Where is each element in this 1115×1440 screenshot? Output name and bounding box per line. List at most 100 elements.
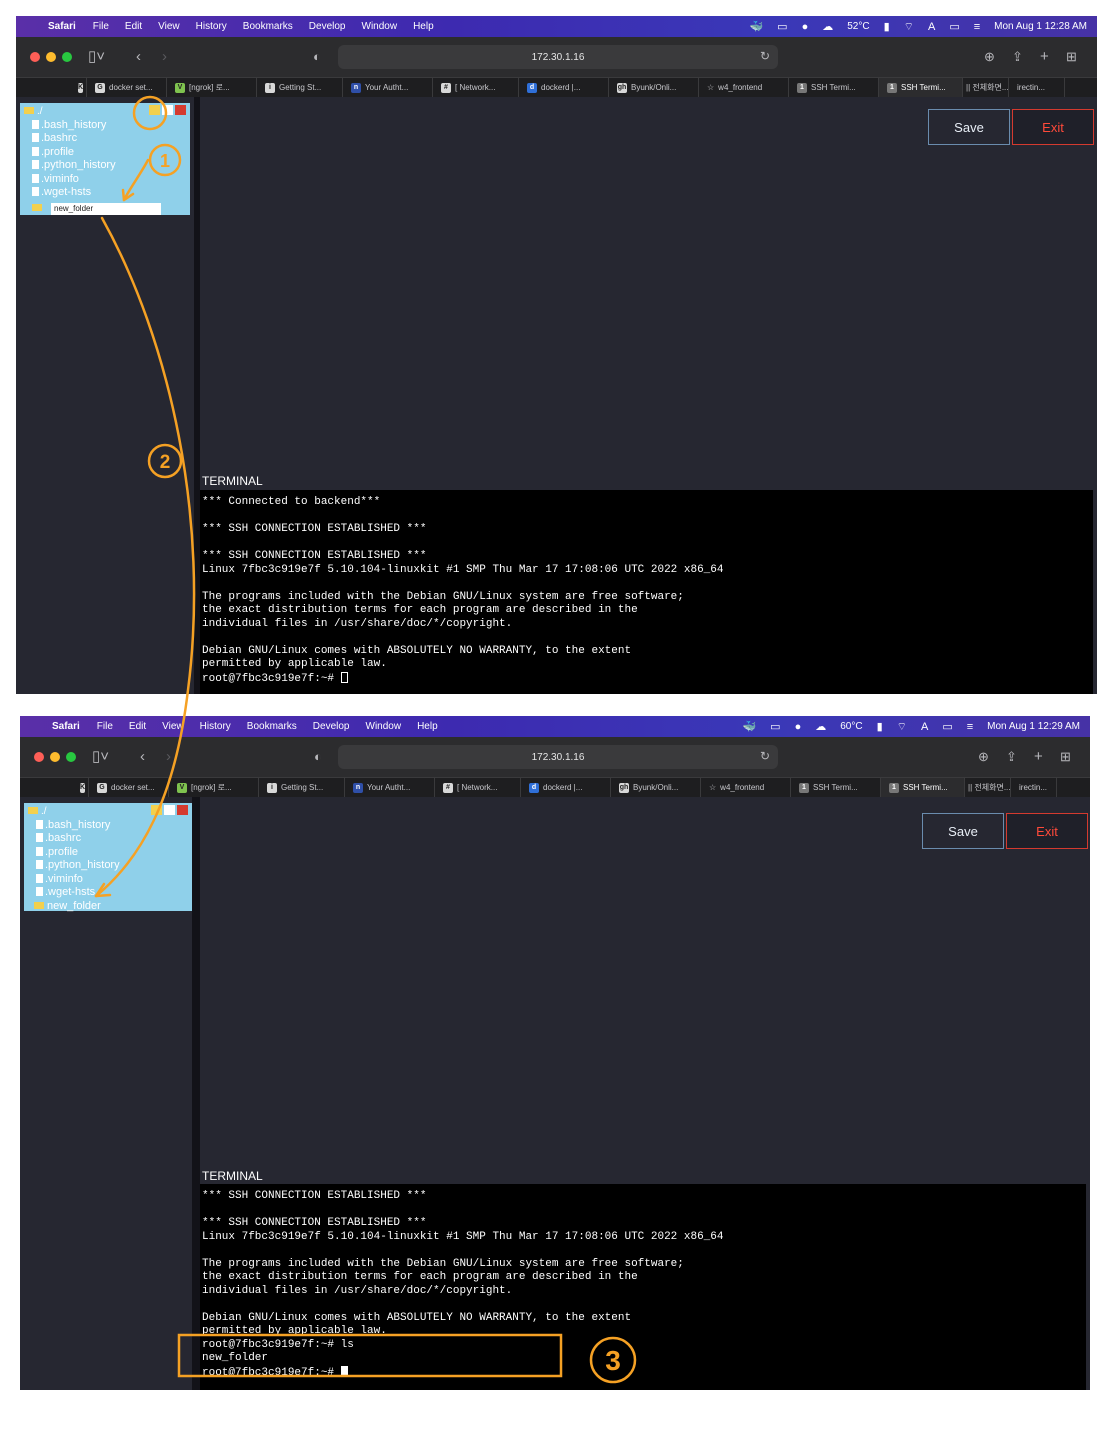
exit-button[interactable]: Exit	[1006, 813, 1088, 849]
menu-bookmarks[interactable]: Bookmarks	[247, 721, 297, 732]
trash-icon[interactable]	[175, 105, 186, 115]
new-tab-icon[interactable]: +	[1034, 747, 1043, 767]
tab[interactable]: i Getting St...	[259, 777, 345, 798]
menu-history[interactable]: History	[200, 721, 231, 732]
save-button[interactable]: Save	[922, 813, 1004, 849]
tree-file[interactable]: .bashrc	[24, 132, 190, 146]
input-source-icon[interactable]: A	[921, 721, 928, 733]
docker-icon[interactable]: 🐳	[742, 720, 756, 733]
share-icon[interactable]: ⇪	[1006, 747, 1017, 767]
address-bar[interactable]: 172.30.1.16 ↻	[338, 745, 778, 769]
tab[interactable]: Gdocker set...	[89, 777, 169, 798]
control-center-icon[interactable]: ≡	[967, 721, 973, 733]
menu-develop[interactable]: Develop	[313, 721, 350, 732]
tab[interactable]: || 전체화면...	[963, 77, 1009, 98]
tab[interactable]: gh Byunk/Onli...	[609, 77, 699, 98]
cast-icon[interactable]: ▭	[777, 20, 787, 33]
tab[interactable]: d dockerd |...	[519, 77, 609, 98]
tree-file[interactable]: .wget-hsts	[24, 186, 190, 200]
tab[interactable]: 1 SSH Termi...	[789, 77, 879, 98]
menu-history[interactable]: History	[196, 21, 227, 32]
sidebar-toggle-icon[interactable]: ▯˅	[88, 47, 105, 67]
tree-file[interactable]: .bash_history	[28, 819, 192, 833]
tab[interactable]: i Getting St...	[257, 77, 343, 98]
notification-icon[interactable]: ●	[795, 721, 802, 733]
stats-icon[interactable]: ▮	[884, 20, 890, 33]
menu-help[interactable]: Help	[413, 21, 434, 32]
menu-file[interactable]: File	[97, 721, 113, 732]
terminal-output[interactable]: *** SSH CONNECTION ESTABLISHED *** *** SS…	[200, 1184, 1086, 1390]
tree-file[interactable]: .profile	[24, 146, 190, 160]
tab[interactable]: n Your Autht...	[345, 777, 435, 798]
zoom-window-button[interactable]	[66, 752, 76, 762]
menu-window[interactable]: Window	[362, 21, 398, 32]
menu-file[interactable]: File	[93, 21, 109, 32]
forward-icon[interactable]: ›	[162, 47, 167, 67]
menu-bookmarks[interactable]: Bookmarks	[243, 21, 293, 32]
close-window-button[interactable]	[30, 52, 40, 62]
tree-file[interactable]: .wget-hsts	[28, 886, 192, 900]
terminal-output[interactable]: *** Connected to backend*** *** SSH CONNE…	[200, 490, 1093, 694]
new-folder-name-input[interactable]: new_folder	[51, 202, 161, 215]
input-source-icon[interactable]: A	[928, 21, 935, 33]
tab[interactable]: irectin...	[1011, 777, 1057, 798]
trash-icon[interactable]	[177, 805, 188, 815]
tab[interactable]: KK	[20, 777, 89, 798]
share-icon[interactable]: ⇪	[1012, 47, 1023, 67]
tab-active[interactable]: 1 SSH Termi...	[881, 777, 965, 798]
clock[interactable]: Mon Aug 1 12:28 AM	[994, 21, 1087, 32]
menu-view[interactable]: View	[158, 21, 180, 32]
tab-active[interactable]: 1 SSH Termi...	[879, 77, 963, 98]
back-icon[interactable]: ‹	[136, 47, 141, 67]
tab[interactable]: || 전체화면...	[965, 777, 1011, 798]
control-center-icon[interactable]: ≡	[974, 21, 980, 33]
new-file-icon[interactable]	[162, 105, 173, 115]
temperature-readout[interactable]: 60°C	[840, 721, 862, 732]
tree-file[interactable]: .viminfo	[28, 873, 192, 887]
forward-icon[interactable]: ›	[166, 747, 171, 767]
minimize-window-button[interactable]	[46, 52, 56, 62]
panel-divider[interactable]	[192, 797, 200, 1390]
tab[interactable]: n Your Autht...	[343, 77, 433, 98]
menu-window[interactable]: Window	[366, 721, 402, 732]
new-tab-icon[interactable]: +	[1040, 47, 1049, 67]
menu-develop[interactable]: Develop	[309, 21, 346, 32]
sidebar-toggle-icon[interactable]: ▯˅	[92, 747, 109, 767]
cloud-icon[interactable]: ☁	[822, 20, 833, 33]
menu-view[interactable]: View	[162, 721, 184, 732]
tab[interactable]: V [ngrok] 로...	[169, 777, 259, 798]
tree-file[interactable]: .python_history	[28, 859, 192, 873]
downloads-icon[interactable]: ⊕	[978, 747, 989, 767]
notification-icon[interactable]: ●	[802, 21, 809, 33]
stats-icon[interactable]: ▮	[877, 720, 883, 733]
privacy-shield-icon[interactable]: ◐	[314, 747, 322, 767]
reload-icon[interactable]: ↻	[760, 49, 770, 63]
tree-file[interactable]: .bash_history	[24, 119, 190, 133]
new-folder-icon[interactable]	[151, 805, 162, 815]
exit-button[interactable]: Exit	[1012, 109, 1094, 145]
tab[interactable]: gh Byunk/Onli...	[611, 777, 701, 798]
tab[interactable]: irectin...	[1009, 77, 1065, 98]
menu-app-name[interactable]: Safari	[48, 21, 76, 32]
tab[interactable]: KK	[16, 77, 87, 98]
tab[interactable]: ☆ w4_frontend	[699, 77, 789, 98]
zoom-window-button[interactable]	[62, 52, 72, 62]
tab[interactable]: # [ Network...	[435, 777, 521, 798]
cloud-icon[interactable]: ☁	[815, 720, 826, 733]
new-file-icon[interactable]	[164, 805, 175, 815]
tree-file[interactable]: .bashrc	[28, 832, 192, 846]
minimize-window-button[interactable]	[50, 752, 60, 762]
address-bar[interactable]: 172.30.1.16 ↻	[338, 45, 778, 69]
menu-help[interactable]: Help	[417, 721, 438, 732]
battery-icon[interactable]: ▭	[942, 720, 952, 733]
downloads-icon[interactable]: ⊕	[984, 47, 995, 67]
tree-file[interactable]: .viminfo	[24, 173, 190, 187]
tab-overview-icon[interactable]: ⊞	[1066, 47, 1077, 67]
tab[interactable]: d dockerd |...	[521, 777, 611, 798]
wifi-icon[interactable]: ⌔	[904, 20, 914, 34]
tab-overview-icon[interactable]: ⊞	[1060, 747, 1071, 767]
menu-edit[interactable]: Edit	[125, 21, 142, 32]
tree-file[interactable]: .python_history	[24, 159, 190, 173]
new-folder-icon[interactable]	[149, 105, 160, 115]
tab[interactable]: Gdocker set...	[87, 77, 167, 98]
